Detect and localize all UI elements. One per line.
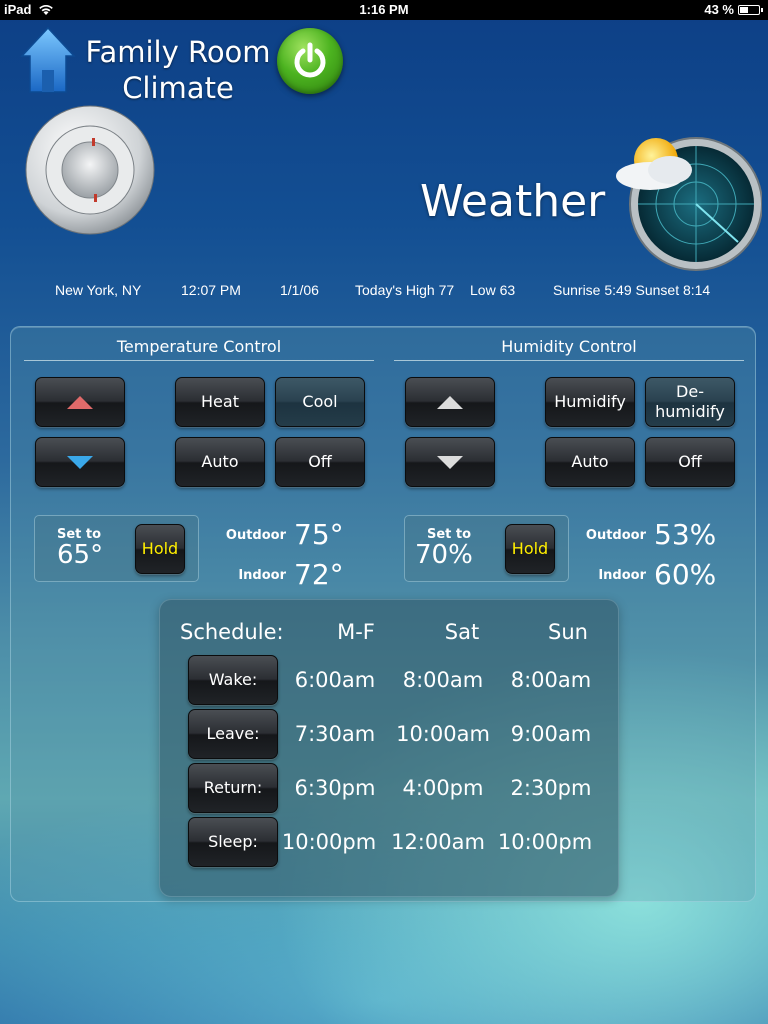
schedule-column-mf: M-F [337,620,375,644]
weather-radar-icon[interactable] [610,130,762,278]
location-text: New York, NY [55,282,142,298]
schedule-leave-button[interactable]: Leave: [188,709,278,759]
weather-date: 1/1/06 [280,282,319,298]
sunrise-sunset: Sunrise 5:49 Sunset 8:14 [553,282,711,298]
schedule-column-sun: Sun [548,620,588,644]
temperature-setpoint-value: 65° [57,540,104,570]
schedule-cell[interactable]: 8:00am [496,668,606,692]
arrow-down-icon [437,455,463,469]
humidity-setpoint-value: 70% [415,540,473,570]
arrow-down-icon [67,455,93,469]
temp-outdoor-value: 75° [294,518,344,551]
title-line-1: Family Room [85,35,271,69]
schedule-cell[interactable]: 2:30pm [496,776,606,800]
schedule-cell[interactable]: 10:00am [388,722,498,746]
dehumidify-button[interactable]: De- humidify [645,377,735,427]
schedule-cell[interactable]: 6:00am [280,668,390,692]
cool-button[interactable]: Cool [275,377,365,427]
humidity-outdoor-label: Outdoor [585,528,646,543]
schedule-return-button[interactable]: Return: [188,763,278,813]
temp-up-button[interactable] [35,377,125,427]
schedule-cell[interactable]: 9:00am [496,722,606,746]
low-temp: Low 63 [470,282,516,298]
schedule-cell[interactable]: 10:00pm [274,830,384,854]
temperature-control-title: Temperature Control [116,337,282,356]
power-icon [294,42,326,78]
schedule-cell[interactable]: 12:00am [383,830,493,854]
schedule-cell[interactable]: 8:00am [388,668,498,692]
title-line-2: Climate [122,71,234,105]
dehumidify-label-line-2: humidify [655,402,725,421]
temp-down-button[interactable] [35,437,125,487]
humidity-control-title: Humidity Control [501,337,637,356]
battery-icon [738,5,763,15]
heat-button[interactable]: Heat [175,377,265,427]
status-bar: iPad 1:16 PM 43 % [0,0,768,20]
schedule-label: Schedule: [180,620,284,644]
home-icon[interactable] [20,26,76,96]
humidity-indoor-value: 60% [654,558,717,591]
arrow-up-icon [67,395,93,409]
humidity-off-button[interactable]: Off [645,437,735,487]
humidity-outdoor-value: 53% [654,518,717,551]
temp-indoor-value: 72° [294,558,344,591]
temp-off-button[interactable]: Off [275,437,365,487]
schedule-cell[interactable]: 7:30am [280,722,390,746]
power-button[interactable] [277,28,343,94]
weather-label: Weather [420,176,606,227]
schedule-cell[interactable]: 10:00pm [490,830,600,854]
humidify-button[interactable]: Humidify [545,377,635,427]
humidity-indoor-label: Indoor [598,568,646,583]
thermostat-dial-icon[interactable] [24,104,156,236]
dehumidify-label-line-1: De- [676,382,704,401]
temperature-divider [24,360,374,361]
humidity-hold-button[interactable]: Hold [505,524,555,574]
temp-hold-button[interactable]: Hold [135,524,185,574]
temp-auto-button[interactable]: Auto [175,437,265,487]
battery-percent: 43 % [704,2,734,17]
page-title: Family Room Climate [80,34,276,106]
schedule-column-sat: Sat [444,620,480,644]
humidity-up-button[interactable] [405,377,495,427]
temp-outdoor-label: Outdoor [225,528,286,543]
schedule-cell[interactable]: 4:00pm [388,776,498,800]
schedule-cell[interactable]: 6:30pm [280,776,390,800]
humidity-divider [394,360,744,361]
arrow-up-icon [437,395,463,409]
temp-indoor-label: Indoor [238,568,286,583]
clock: 1:16 PM [359,2,409,17]
schedule-wake-button[interactable]: Wake: [188,655,278,705]
weather-time: 12:07 PM [181,282,241,298]
high-temp: Today's High 77 [355,282,455,298]
humidity-auto-button[interactable]: Auto [545,437,635,487]
schedule-sleep-button[interactable]: Sleep: [188,817,278,867]
humidity-down-button[interactable] [405,437,495,487]
